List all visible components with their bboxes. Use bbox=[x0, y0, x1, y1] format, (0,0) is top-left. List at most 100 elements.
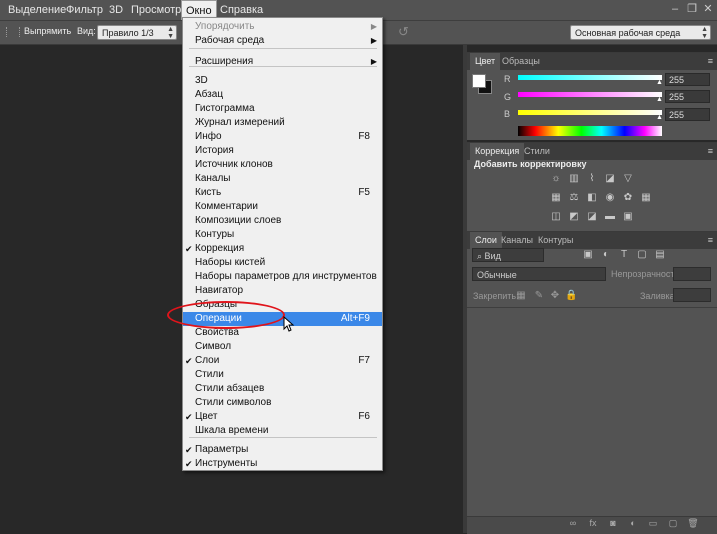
menu-item-20[interactable]: Навигатор bbox=[183, 284, 382, 298]
lock-position-icon[interactable]: ✥ bbox=[549, 290, 561, 302]
channel-g-slider[interactable] bbox=[518, 92, 662, 97]
workspace-select[interactable]: Основная рабочая среда ▲ ▼ bbox=[570, 25, 711, 40]
slider-thumb-icon[interactable]: ▲ bbox=[656, 79, 663, 86]
lock-image-icon[interactable]: ✎ bbox=[533, 290, 545, 302]
folder-icon[interactable]: ▭ bbox=[647, 518, 659, 528]
tab-paths[interactable]: Контуры bbox=[533, 232, 578, 249]
menu-item-27[interactable]: Стили абзацев bbox=[183, 382, 382, 396]
restore-icon[interactable]: ❐ bbox=[685, 2, 699, 16]
view-select[interactable]: Правило 1/3 ▲ ▼ bbox=[97, 25, 177, 40]
mask-icon[interactable]: ◙ bbox=[607, 518, 619, 528]
channel-r-slider[interactable] bbox=[518, 75, 662, 80]
panel-menu-icon[interactable]: ≡ bbox=[708, 146, 713, 156]
posterize-icon[interactable]: ◩ bbox=[568, 211, 580, 223]
menu-item-13[interactable]: Кисть F5 bbox=[183, 186, 382, 200]
menu-item-0[interactable]: Упорядочить ▶ bbox=[183, 20, 382, 34]
menu-item-32[interactable]: ✔ Параметры bbox=[183, 443, 382, 457]
slider-thumb-icon[interactable]: ▲ bbox=[656, 114, 663, 121]
rotate-icon[interactable]: ↺ bbox=[398, 24, 409, 40]
fx-icon[interactable]: fx bbox=[587, 518, 599, 528]
menu-item-5[interactable]: 3D bbox=[183, 74, 382, 88]
tab-swatches[interactable]: Образцы bbox=[497, 53, 545, 70]
layers-divider bbox=[467, 307, 717, 308]
channel-g-value[interactable]: 255 bbox=[665, 90, 710, 103]
fill-input[interactable] bbox=[673, 288, 711, 302]
filter-pixel-icon[interactable]: ▣ bbox=[582, 249, 594, 261]
menu-item-26[interactable]: Стили bbox=[183, 368, 382, 382]
menu-item-15[interactable]: Композиции слоев bbox=[183, 214, 382, 228]
menu-item-18[interactable]: Наборы кистей bbox=[183, 256, 382, 270]
menu-item-label: Наборы кистей bbox=[195, 257, 266, 268]
menu-item-17[interactable]: ✔ Коррекция bbox=[183, 242, 382, 256]
minimize-icon[interactable]: – bbox=[668, 2, 682, 16]
tab-channels[interactable]: Каналы bbox=[496, 232, 538, 249]
brightness-icon[interactable]: ☼ bbox=[550, 173, 562, 185]
lock-all-icon[interactable]: 🔒 bbox=[565, 290, 577, 302]
checkmark-icon: ✔ bbox=[185, 459, 193, 469]
opacity-input[interactable] bbox=[673, 267, 711, 281]
menu-item-12[interactable]: Каналы bbox=[183, 172, 382, 186]
levels-icon[interactable]: ▥ bbox=[568, 173, 580, 185]
trash-icon[interactable]: 🗑 bbox=[687, 518, 699, 528]
menu-item-14[interactable]: Комментарии bbox=[183, 200, 382, 214]
channel-b-value[interactable]: 255 bbox=[665, 108, 710, 121]
panel-menu-icon[interactable]: ≡ bbox=[708, 235, 713, 245]
lock-transparent-icon[interactable]: ▦ bbox=[515, 290, 527, 302]
menu-item-7[interactable]: Гистограмма bbox=[183, 102, 382, 116]
tab-adjustments[interactable]: Коррекция bbox=[470, 143, 525, 160]
view-select-value: Правило 1/3 bbox=[102, 28, 154, 38]
menu-item-30[interactable]: Шкала времени bbox=[183, 424, 382, 438]
menu-3d[interactable]: 3D bbox=[105, 0, 127, 20]
tab-styles[interactable]: Стили bbox=[519, 143, 555, 160]
filter-adjustment-icon[interactable]: ◐ bbox=[600, 249, 612, 261]
channel-mixer-icon[interactable]: ✿ bbox=[622, 192, 634, 204]
tab-color[interactable]: Цвет bbox=[470, 53, 501, 70]
layer-filter-select[interactable]: ⌕ Вид bbox=[472, 248, 544, 262]
curves-icon[interactable]: ⌇ bbox=[586, 173, 598, 185]
straighten-button[interactable]: Выпрямить bbox=[24, 26, 71, 36]
vibrance-icon[interactable]: ▽ bbox=[622, 173, 634, 185]
menu-item-label: Инфо bbox=[195, 131, 222, 142]
gradient-map-icon[interactable]: ▬ bbox=[604, 211, 616, 223]
close-icon[interactable]: ✕ bbox=[701, 2, 715, 16]
menu-item-label: 3D bbox=[195, 75, 208, 86]
panel-menu-icon[interactable]: ≡ bbox=[708, 56, 713, 66]
menu-item-10[interactable]: История bbox=[183, 144, 382, 158]
threshold-icon[interactable]: ◪ bbox=[586, 211, 598, 223]
menu-filter[interactable]: Фильтр bbox=[62, 0, 107, 20]
hue-saturation-icon[interactable]: ▦ bbox=[550, 192, 562, 204]
blend-mode-select[interactable]: Обычные bbox=[472, 267, 606, 281]
selective-color-icon[interactable]: ▣ bbox=[622, 211, 634, 223]
filter-shape-icon[interactable]: ▢ bbox=[636, 249, 648, 261]
filter-type-icon[interactable]: T bbox=[618, 249, 630, 261]
color-lookup-icon[interactable]: ▦ bbox=[640, 192, 652, 204]
color-balance-icon[interactable]: ⚖ bbox=[568, 192, 580, 204]
new-layer-icon[interactable]: ▢ bbox=[667, 518, 679, 528]
invert-icon[interactable]: ◫ bbox=[550, 211, 562, 223]
menu-item-1[interactable]: Рабочая среда ▶ bbox=[183, 34, 382, 48]
menu-view[interactable]: Просмотр bbox=[127, 0, 185, 20]
menu-item-25[interactable]: ✔ Слои F7 bbox=[183, 354, 382, 368]
slider-thumb-icon[interactable]: ▲ bbox=[656, 96, 663, 103]
black-white-icon[interactable]: ◧ bbox=[586, 192, 598, 204]
exposure-icon[interactable]: ◪ bbox=[604, 173, 616, 185]
color-spectrum-ramp[interactable] bbox=[518, 126, 662, 136]
filter-smart-object-icon[interactable]: ▤ bbox=[654, 249, 666, 261]
channel-r-value[interactable]: 255 bbox=[665, 73, 710, 86]
menu-item-11[interactable]: Источник клонов bbox=[183, 158, 382, 172]
menu-item-19[interactable]: Наборы параметров для инструментов bbox=[183, 270, 382, 284]
menu-item-16[interactable]: Контуры bbox=[183, 228, 382, 242]
menu-item-6[interactable]: Абзац bbox=[183, 88, 382, 102]
new-adjustment-icon[interactable]: ◐ bbox=[627, 518, 639, 528]
channel-b-slider[interactable] bbox=[518, 110, 662, 115]
menu-item-33[interactable]: ✔ Инструменты bbox=[183, 457, 382, 471]
menu-item-29[interactable]: ✔ Цвет F6 bbox=[183, 410, 382, 424]
menu-select[interactable]: Выделение bbox=[4, 0, 70, 20]
link-icon[interactable]: ∞ bbox=[567, 518, 579, 528]
photo-filter-icon[interactable]: ◉ bbox=[604, 192, 616, 204]
menu-item-8[interactable]: Журнал измерений bbox=[183, 116, 382, 130]
menu-item-28[interactable]: Стили символов bbox=[183, 396, 382, 410]
foreground-color-swatch-top bbox=[472, 74, 486, 88]
menu-item-24[interactable]: Символ bbox=[183, 340, 382, 354]
menu-item-9[interactable]: Инфо F8 bbox=[183, 130, 382, 144]
